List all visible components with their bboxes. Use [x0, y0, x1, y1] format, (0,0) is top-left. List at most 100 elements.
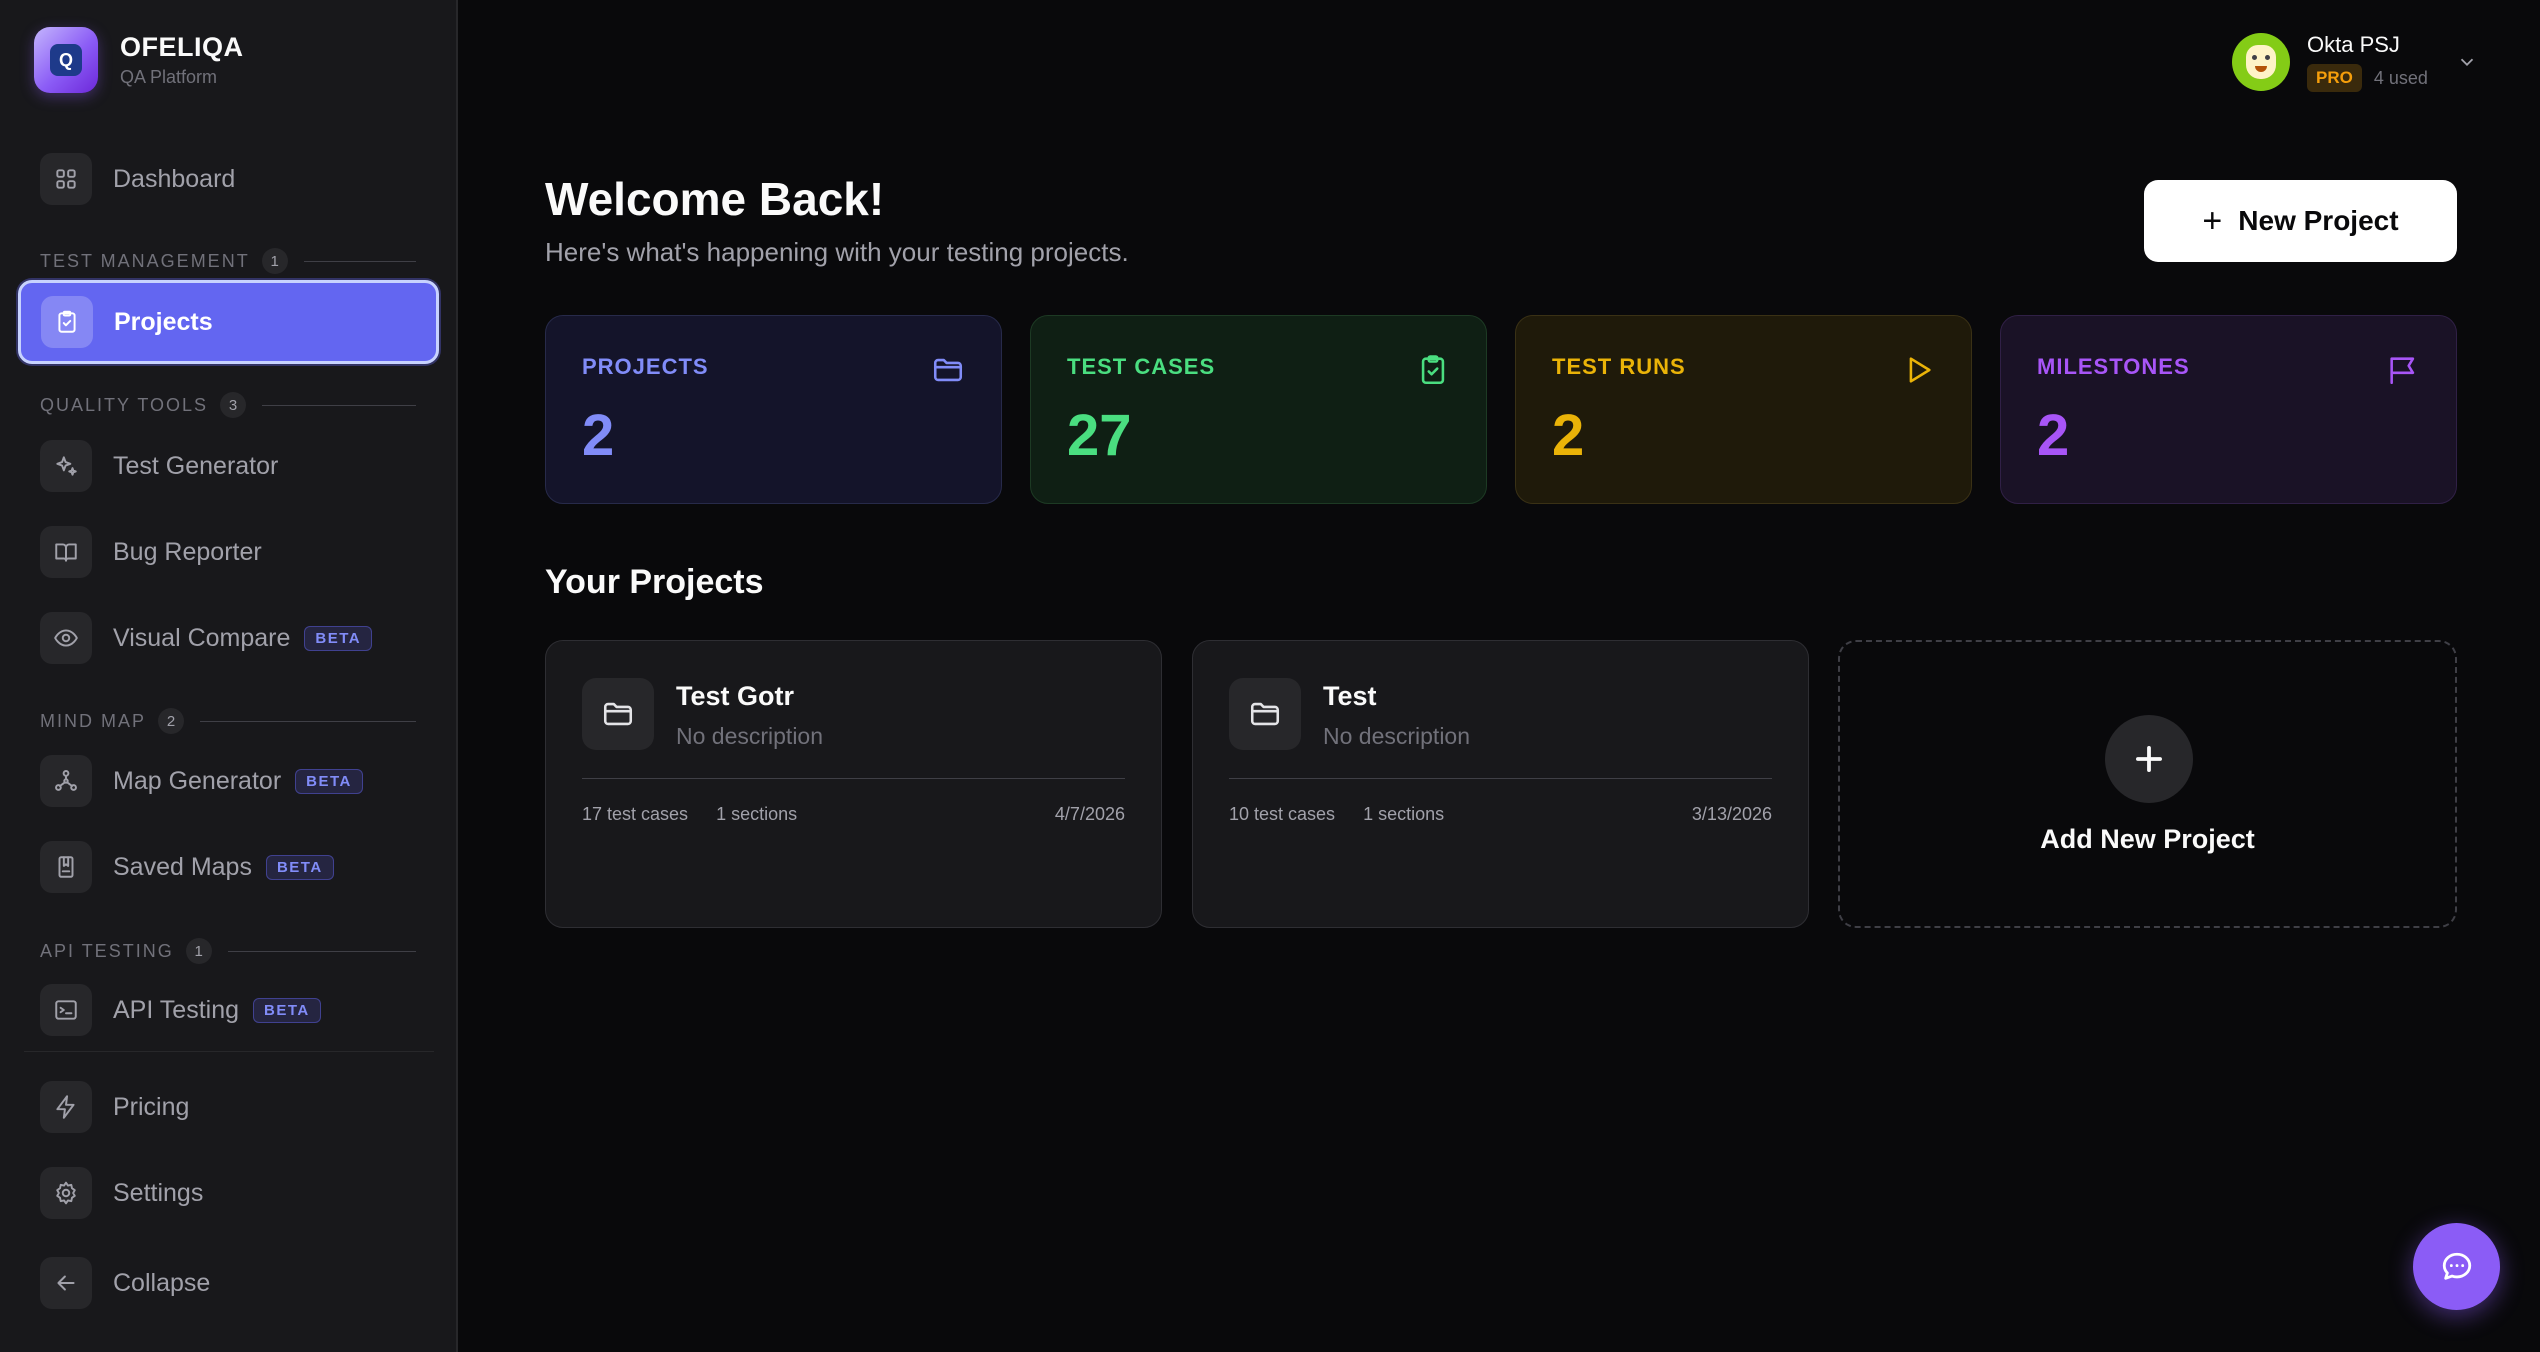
terminal-icon	[40, 984, 92, 1036]
brand-subtitle: QA Platform	[120, 67, 218, 87]
brand-logo: Q	[34, 27, 98, 93]
stat-value: 27	[1067, 403, 1132, 468]
project-card[interactable]: Test No description 10 test cases 1 sect…	[1192, 640, 1809, 928]
plus-icon	[2105, 715, 2193, 803]
sidebar-item-label: Visual Compare	[113, 623, 291, 652]
test-case-count: 10 test cases	[1229, 804, 1336, 824]
stat-value: 2	[582, 403, 615, 468]
stat-card-test-cases: TEST CASES 27	[1030, 315, 1487, 504]
section-title: QUALITY TOOLS	[40, 394, 209, 415]
sidebar-item-dashboard[interactable]: Dashboard	[40, 151, 235, 207]
stat-label: PROJECTS	[582, 354, 709, 379]
stat-value: 2	[2037, 403, 2070, 468]
sidebar-item-bug-reporter[interactable]: Bug Reporter	[40, 524, 262, 580]
add-project-label: Add New Project	[2040, 824, 2255, 854]
eye-icon	[40, 612, 92, 664]
book-icon	[40, 526, 92, 578]
sidebar-item-label: Collapse	[113, 1268, 211, 1297]
brand-text: OFELIQA QA Platform	[120, 32, 244, 88]
plan-badge: PRO	[2307, 64, 2362, 92]
sidebar-collapse-button[interactable]: Collapse	[40, 1255, 210, 1311]
stat-card-test-runs: TEST RUNS 2	[1515, 315, 1972, 504]
folder-icon	[1229, 678, 1301, 750]
section-title: MIND MAP	[40, 710, 146, 731]
bookmark-icon	[40, 841, 92, 893]
page-subtitle: Here's what's happening with your testin…	[545, 237, 1129, 267]
user-menu[interactable]: Okta PSJ PRO 4 used	[2232, 32, 2478, 92]
stat-card-projects: PROJECTS 2	[545, 315, 1002, 504]
sidebar-item-label: Dashboard	[113, 164, 236, 193]
section-divider	[227, 950, 416, 952]
section-divider	[303, 260, 416, 262]
arrow-left-icon	[40, 1257, 92, 1309]
sidebar-item-label: API Testing	[113, 995, 240, 1024]
project-description: No description	[1323, 723, 1471, 749]
user-meta: PRO 4 used	[2307, 64, 2428, 92]
section-heading: Your Projects	[545, 563, 764, 601]
grid-icon	[40, 153, 92, 205]
section-count: 3	[220, 392, 247, 418]
beta-badge: BETA	[253, 997, 321, 1023]
sidebar-item-api-testing[interactable]: API Testing BETA	[40, 982, 321, 1038]
sidebar-item-label: Pricing	[113, 1092, 190, 1121]
section-api-testing: API TESTING 1	[40, 938, 416, 964]
stat-label: TEST RUNS	[1552, 354, 1686, 379]
chat-button[interactable]	[2413, 1223, 2500, 1310]
beta-badge: BETA	[295, 768, 363, 794]
stat-label: TEST CASES	[1067, 354, 1216, 379]
section-count: 1 sections	[716, 804, 798, 824]
play-icon	[1901, 353, 1935, 387]
sidebar-item-pricing[interactable]: Pricing	[40, 1079, 189, 1135]
sidebar-item-label: Map Generator	[113, 766, 282, 795]
sidebar-item-visual-compare[interactable]: Visual Compare BETA	[40, 610, 373, 666]
project-name: Test	[1323, 681, 1377, 711]
user-name: Okta PSJ	[2307, 32, 2400, 57]
project-name: Test Gotr	[676, 681, 795, 711]
test-case-count: 17 test cases	[582, 804, 689, 824]
folder-icon	[931, 353, 965, 387]
new-project-button[interactable]: + New Project	[2144, 180, 2457, 262]
flag-icon	[2386, 353, 2420, 387]
project-card[interactable]: Test Gotr No description 17 test cases 1…	[545, 640, 1162, 928]
sidebar: Q OFELIQA QA Platform Dashboard TEST MAN…	[0, 0, 458, 1352]
app-root: Q OFELIQA QA Platform Dashboard TEST MAN…	[0, 0, 2540, 1352]
folder-icon	[582, 678, 654, 750]
project-date: 3/13/2026	[1691, 804, 1772, 824]
add-project-card[interactable]: Add New Project	[1838, 640, 2457, 928]
sidebar-item-label: Test Generator	[113, 451, 279, 480]
sidebar-item-saved-maps[interactable]: Saved Maps BETA	[40, 839, 334, 895]
section-count: 1	[261, 248, 288, 274]
section-mind-map: MIND MAP 2	[40, 708, 416, 734]
stat-value: 2	[1552, 403, 1585, 468]
gear-icon	[40, 1167, 92, 1219]
avatar	[2232, 33, 2290, 91]
project-meta: 17 test cases 1 sections 4/7/2026	[582, 804, 1125, 825]
section-quality-tools: QUALITY TOOLS 3	[40, 392, 416, 418]
clipboard-icon	[41, 296, 93, 348]
chevron-down-icon[interactable]	[2456, 51, 2478, 73]
user-info: Okta PSJ PRO 4 used	[2307, 32, 2428, 92]
brand[interactable]: Q OFELIQA QA Platform	[34, 27, 244, 93]
beta-badge: BETA	[304, 625, 373, 651]
usage-text: 4 used	[2373, 67, 2428, 88]
stat-card-milestones: MILESTONES 2	[2000, 315, 2457, 504]
sidebar-item-label: Saved Maps	[113, 852, 252, 881]
clipboard-check-icon	[1416, 353, 1450, 387]
avatar-face-icon	[2246, 45, 2276, 79]
chat-icon	[2442, 1252, 2471, 1280]
sidebar-divider	[24, 1051, 434, 1052]
section-title: TEST MANAGEMENT	[40, 250, 250, 271]
section-title: API TESTING	[40, 940, 174, 961]
sidebar-item-label: Settings	[113, 1178, 204, 1207]
section-divider	[200, 720, 416, 722]
sidebar-item-label: Projects	[114, 307, 213, 336]
sparkles-icon	[40, 440, 92, 492]
sidebar-item-settings[interactable]: Settings	[40, 1165, 203, 1221]
beta-badge: BETA	[265, 854, 334, 880]
sidebar-item-projects[interactable]: Projects	[18, 280, 439, 364]
sidebar-item-map-generator[interactable]: Map Generator BETA	[40, 753, 363, 809]
section-count: 1 sections	[1363, 804, 1445, 824]
stat-label: MILESTONES	[2037, 354, 2190, 379]
sidebar-item-test-generator[interactable]: Test Generator	[40, 438, 278, 494]
card-divider	[582, 778, 1125, 779]
